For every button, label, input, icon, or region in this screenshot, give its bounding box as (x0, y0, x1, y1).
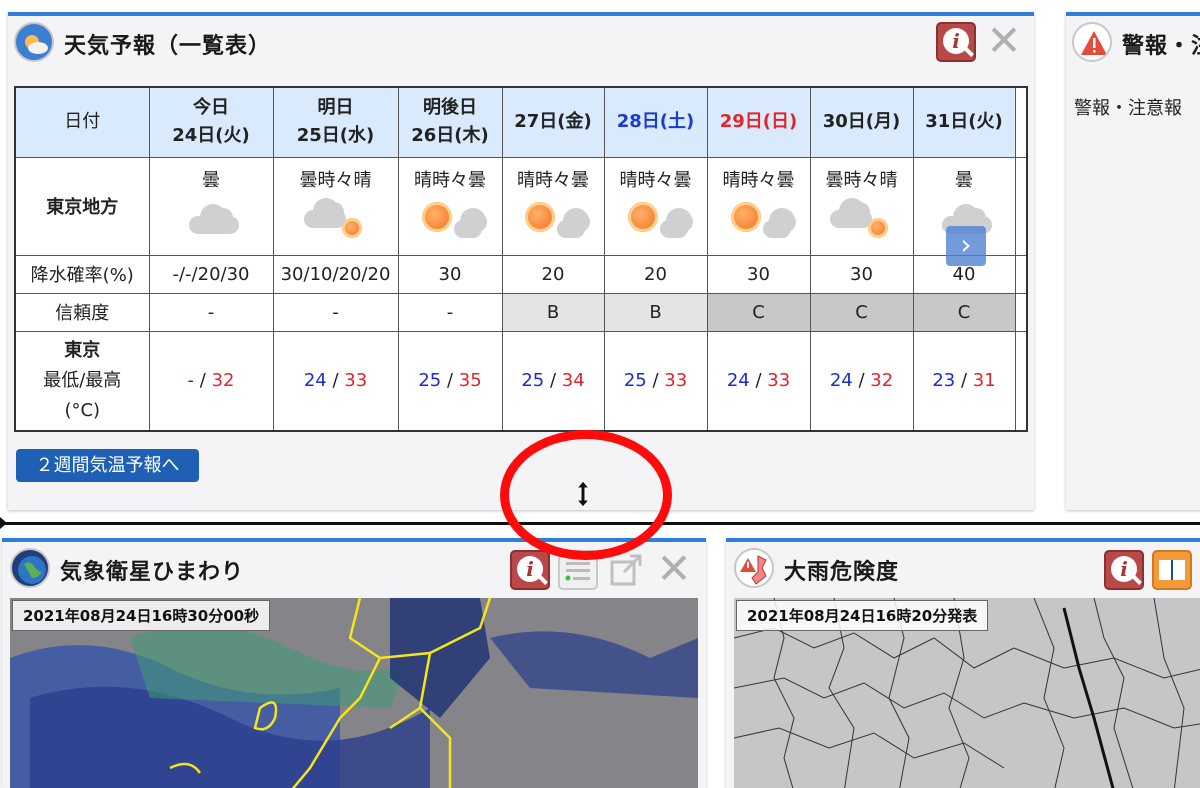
info-button[interactable]: i (936, 22, 976, 62)
temp-cell: 24 / 33 (272, 330, 399, 432)
warning-panel: 警報・注 警報・注意報 (1066, 12, 1200, 510)
weather-cell: 曇時々晴 (272, 156, 399, 256)
reliability-label: 信頼度 (14, 292, 150, 332)
heavy-rain-warning-icon (734, 548, 774, 588)
weather-cell: 晴時々曇 (501, 156, 605, 256)
day-header: 30日(月) (809, 86, 914, 158)
heavy-rain-map[interactable]: 2021年08月24日16時20分発表 (734, 598, 1200, 788)
day-header-sunday: 29日(日) (706, 86, 811, 158)
scrollbar-gutter (1014, 330, 1028, 432)
heavy-rain-timestamp: 2021年08月24日16時20分発表 (736, 600, 989, 631)
precip-cell: 20 (603, 254, 708, 294)
reliability-cell: C (706, 292, 811, 332)
temp-cell: 24 / 33 (706, 330, 811, 432)
precip-cell: 30 (809, 254, 914, 294)
forecast-panel-header: 天気予報（一覧表） i ✕ (8, 16, 1034, 62)
temp-cell: 25 / 34 (501, 330, 605, 432)
weather-row: 東京地方 曇 曇時々晴 晴時々曇 晴時々曇 晴時々曇 晴時々曇 曇時々晴 曇 (14, 156, 1028, 256)
precip-cell: 30 (706, 254, 811, 294)
satellite-panel-title: 気象衛星ひまわり (60, 560, 245, 585)
cloud-sun-icon (826, 197, 898, 242)
sun-cloud-icon (517, 198, 591, 242)
temp-label: 東京 最低/最高 (°C) (14, 330, 150, 432)
reliability-cell: - (272, 292, 399, 332)
precip-cell: 30 (397, 254, 503, 294)
guide-book-button[interactable] (1152, 550, 1192, 590)
reliability-cell: C (912, 292, 1016, 332)
sun-cloud-icon (723, 198, 796, 242)
reliability-cell: - (148, 292, 274, 332)
cloud-icon (175, 198, 247, 242)
satellite-timestamp: 2021年08月24日16時30分00秒 (12, 600, 271, 631)
book-icon (1159, 560, 1185, 580)
weather-cell: 晴時々曇 (706, 156, 811, 256)
weather-forecast-icon (14, 22, 54, 62)
chevron-right-icon: › (960, 228, 972, 261)
weather-cell: 晴時々曇 (603, 156, 708, 256)
weather-cell: 曇時々晴 (809, 156, 914, 256)
temp-row: 東京 最低/最高 (°C) - / 32 24 / 33 25 / 35 25 … (14, 330, 1028, 432)
warning-icon (1072, 22, 1112, 62)
reliability-cell: C (809, 292, 914, 332)
scrollbar-gutter (1014, 292, 1028, 332)
two-week-forecast-link[interactable]: ２週間気温予報へ (16, 449, 199, 482)
temp-cell: 23 / 31 (912, 330, 1016, 432)
satellite-panel: 気象衛星ひまわり i ✕ 2021年08月24日16時30分00秒 (2, 538, 706, 788)
heavy-rain-panel-title: 大雨危険度 (784, 560, 900, 585)
date-header-label: 日付 (14, 86, 150, 158)
precip-cell: 20 (501, 254, 605, 294)
temp-cell: 25 / 35 (397, 330, 503, 432)
day-header: 明後日 26日(木) (397, 86, 503, 158)
day-header: 今日 24日(火) (148, 86, 274, 158)
reliability-cell: - (397, 292, 503, 332)
warning-panel-title: 警報・注 (1122, 34, 1200, 59)
region-label: 東京地方 (14, 156, 150, 256)
day-header: 明日 25日(水) (272, 86, 399, 158)
temp-cell: 24 / 32 (809, 330, 914, 432)
info-button[interactable]: i (510, 550, 550, 590)
weather-cell: 曇 (148, 156, 274, 256)
forecast-panel-title: 天気予報（一覧表） (64, 34, 272, 59)
temp-cell: 25 / 33 (603, 330, 708, 432)
date-row: 日付 今日 24日(火) 明日 25日(水) 明後日 26日(木) 27日(金) 28… (14, 86, 1028, 158)
resize-vertical-cursor-icon (575, 480, 591, 508)
heavy-rain-panel: 大雨危険度 i 2021年08月24日16時20分発表 (726, 538, 1200, 788)
cloud-sun-icon (300, 197, 372, 242)
day-header: 27日(金) (501, 86, 605, 158)
day-header: 31日(火) (912, 86, 1016, 158)
info-button[interactable]: i (1104, 550, 1144, 590)
close-icon[interactable]: ✕ (984, 20, 1024, 62)
sun-cloud-icon (414, 198, 488, 242)
warning-body-text: 警報・注意報 (1074, 98, 1182, 119)
precip-row: 降水確率(%) -/-/20/30 30/10/20/20 30 20 20 3… (14, 254, 1028, 294)
precip-cell: 30/10/20/20 (272, 254, 399, 294)
precip-label: 降水確率(%) (14, 254, 150, 294)
reliability-cell: B (603, 292, 708, 332)
precip-cell: -/-/20/30 (148, 254, 274, 294)
forecast-table: 日付 今日 24日(火) 明日 25日(水) 明後日 26日(木) 27日(金) 28… (14, 86, 1028, 432)
temp-cell: - / 32 (148, 330, 274, 432)
close-icon[interactable]: ✕ (654, 548, 694, 590)
day-header-saturday: 28日(土) (603, 86, 708, 158)
sun-cloud-icon (620, 198, 693, 242)
weather-cell: 晴時々曇 (397, 156, 503, 256)
reliability-row: 信頼度 - - - B B C C C (14, 292, 1028, 332)
reliability-cell: B (501, 292, 605, 332)
scrollbar-gutter (1014, 254, 1028, 294)
satellite-image[interactable]: 2021年08月24日16時30分00秒 (10, 598, 698, 788)
globe-icon (10, 548, 50, 588)
scroll-right-button[interactable]: › (946, 226, 986, 266)
scrollbar-gutter (1014, 156, 1028, 256)
scrollbar-gutter (1014, 86, 1028, 158)
